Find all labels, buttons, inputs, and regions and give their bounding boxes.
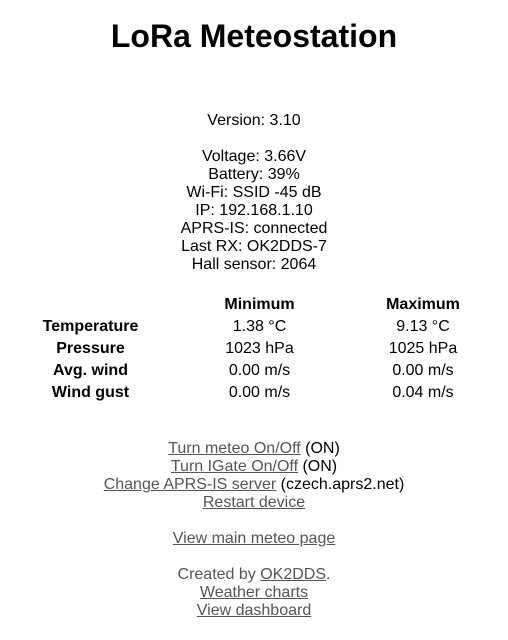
restart-device-link[interactable]: Restart device [203,494,305,511]
temperature-min: 1.38 °C [232,318,287,335]
hall-sensor-text: Hall sensor: 2064 [191,256,317,273]
igate-toggle-line: Turn IGate On/Off (ON) [0,458,508,476]
weather-charts-link[interactable]: Weather charts [200,584,308,601]
voltage-text: Voltage: 3.66V [201,148,307,165]
last-rx-text: Last RX: OK2DDS-7 [181,238,327,255]
view-dashboard-link[interactable]: View dashboard [197,602,311,619]
author-link[interactable]: OK2DDS [260,566,326,583]
table-row: Avg. wind 0.00 m/s 0.00 m/s [0,360,508,382]
temperature-max: 9.13 °C [396,318,450,335]
table-row: Pressure 1023 hPa 1025 hPa [0,338,508,360]
wind-gust-max: 0.04 m/s [392,384,454,401]
aprs-server-line: Change APRS-IS server (czech.aprs2.net) [0,476,508,494]
main-meteo-line: View main meteo page [0,530,508,548]
created-by-line: Created by OK2DDS. [0,566,508,584]
table-header-maximum: Maximum [386,296,460,313]
status-section: Voltage: 3.66V Battery: 39% Wi-Fi: SSID … [0,148,508,274]
view-main-meteo-page-link[interactable]: View main meteo page [173,530,335,547]
min-max-table: Minimum Maximum Temperature 1.38 °C 9.13… [0,294,508,404]
battery-text: Battery: 39% [208,166,300,183]
avg-wind-min: 0.00 m/s [228,362,291,379]
aprs-is-status-text: APRS-IS: connected [180,220,328,237]
turn-meteo-toggle-link[interactable]: Turn meteo On/Off [168,440,301,457]
wind-gust-min: 0.00 m/s [228,384,291,401]
control-section: Turn meteo On/Off (ON) Turn IGate On/Off… [0,440,508,512]
table-row: Wind gust 0.00 m/s 0.04 m/s [0,382,508,404]
footer-section: Created by OK2DDS. Weather charts View d… [0,566,508,620]
meteo-state-text: (ON) [300,440,340,457]
row-label-avg-wind: Avg. wind [53,362,128,379]
pressure-max: 1025 hPa [388,340,458,357]
row-label-pressure: Pressure [56,340,125,357]
navigation-section: View main meteo page [0,530,508,548]
table-header-empty [0,294,181,316]
change-aprs-server-link[interactable]: Change APRS-IS server [104,476,277,493]
igate-state-text: (ON) [298,458,338,475]
version-section: Version: 3.10 [0,112,508,130]
avg-wind-max: 0.00 m/s [392,362,454,379]
weather-charts-line: Weather charts [0,584,508,602]
dashboard-line: View dashboard [0,602,508,620]
meteo-toggle-line: Turn meteo On/Off (ON) [0,440,508,458]
table-row: Temperature 1.38 °C 9.13 °C [0,316,508,338]
table-header-minimum: Minimum [224,296,295,313]
ip-text: IP: 192.168.1.10 [195,202,313,219]
row-label-wind-gust: Wind gust [51,384,130,401]
restart-line: Restart device [0,494,508,512]
wifi-text: Wi-Fi: SSID -45 dB [186,184,322,201]
version-text: Version: 3.10 [207,112,301,129]
page-title: LoRa Meteostation [110,18,398,54]
created-by-prefix: Created by [177,566,261,583]
turn-igate-toggle-link[interactable]: Turn IGate On/Off [171,458,298,475]
pressure-min: 1023 hPa [225,340,294,357]
row-label-temperature: Temperature [42,318,139,335]
table-header-row: Minimum Maximum [0,294,508,316]
aprs-server-value-text: (czech.aprs2.net) [276,476,405,493]
created-by-suffix: . [326,566,331,583]
